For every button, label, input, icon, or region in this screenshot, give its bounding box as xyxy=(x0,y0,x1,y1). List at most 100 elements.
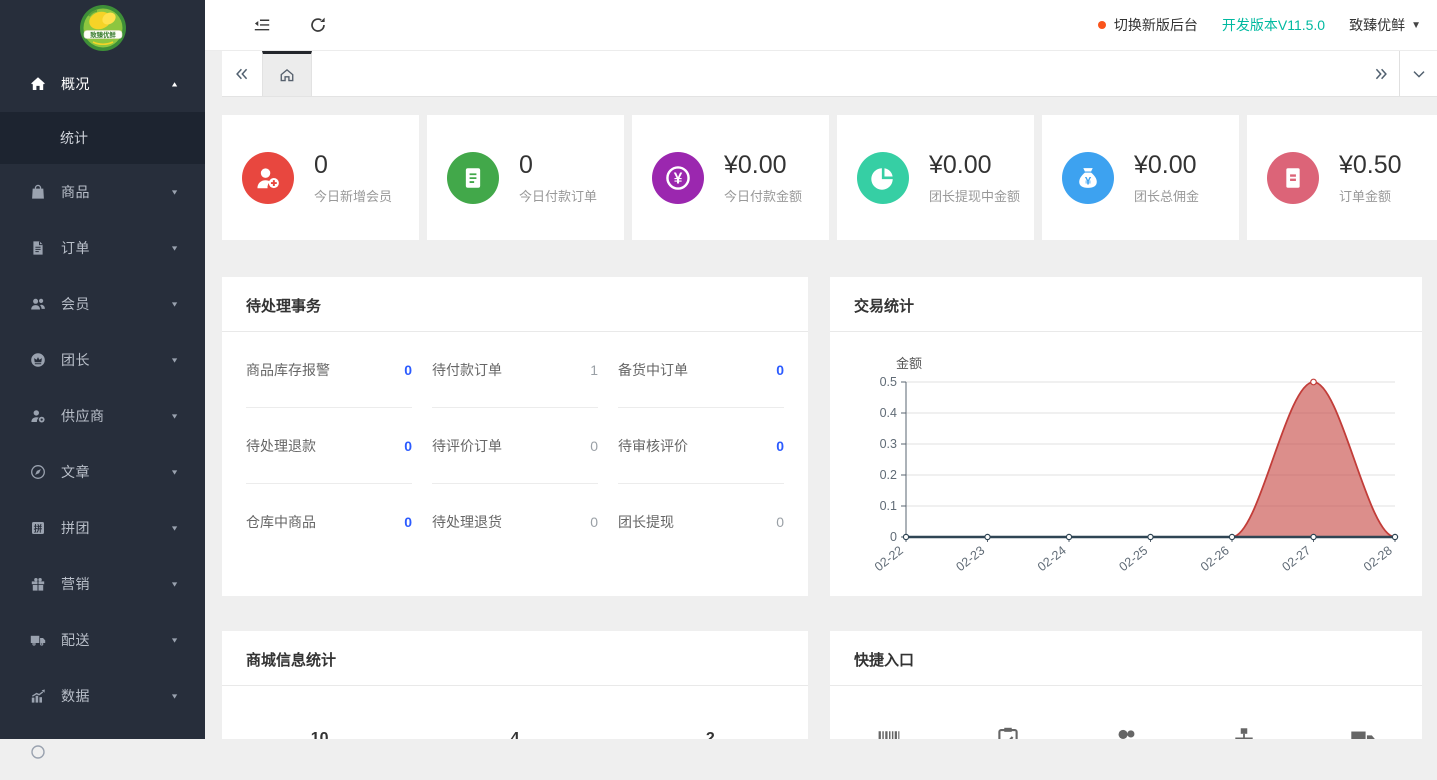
sidebar-item-label: 商品 xyxy=(61,182,170,202)
stat-card-今日付款订单: 0 今日付款订单 xyxy=(427,115,624,240)
pending-item-备货中订单: 备货中订单 0 xyxy=(618,332,784,408)
sidebar-item-营销[interactable]: 营销 ▼ xyxy=(0,556,205,612)
document-icon xyxy=(30,240,46,256)
stat-label: 订单金额 xyxy=(1339,186,1402,205)
circle-icon xyxy=(30,744,46,760)
pending-value[interactable]: 0 xyxy=(776,438,784,454)
moneybag-icon: ¥ xyxy=(1062,152,1114,204)
pending-item-待付款订单: 待付款订单 1 xyxy=(432,332,598,408)
pending-panel: 待处理事务 商品库存报警 0待付款订单 1备货中订单 0待处理退款 0待评价订单… xyxy=(222,277,808,596)
mall-stat-会员总数: 10 会员总数 xyxy=(222,730,417,739)
sidebar-item-团长[interactable]: 团长 ▼ xyxy=(0,332,205,388)
pending-value[interactable]: 0 xyxy=(404,438,412,454)
shortcut-订单列表[interactable]: 订单列表 xyxy=(948,726,1066,739)
data-chart-icon xyxy=(30,688,46,704)
tabbar xyxy=(205,51,1437,97)
pending-value: 1 xyxy=(590,362,598,378)
stat-card-团长提现中金额: ¥0.00 团长提现中金额 xyxy=(837,115,1034,240)
caret-down-icon: ▼ xyxy=(170,524,179,532)
sidebar-item-拼团[interactable]: 拼 拼团 ▼ xyxy=(0,500,205,556)
sidebar-item-label: 拼团 xyxy=(61,518,170,538)
pending-value: 0 xyxy=(590,514,598,530)
shortcut-团长管理[interactable]: 团长管理 xyxy=(1185,726,1303,739)
main-content: 0 今日新增会员 0 今日付款订单 ¥ ¥0.00 今日付款金额 ¥0.00 团… xyxy=(205,97,1437,739)
svg-text:02-25: 02-25 xyxy=(1117,543,1151,574)
switch-new-admin-link[interactable]: 切换新版后台 xyxy=(1098,15,1198,35)
menu-fold-icon[interactable] xyxy=(253,16,271,34)
svg-text:拼: 拼 xyxy=(34,523,43,533)
shortcut-会员管理[interactable]: 会员管理 xyxy=(1067,726,1185,739)
sidebar-item-label: 团长 xyxy=(61,350,170,370)
shortcuts-title: 快捷入口 xyxy=(830,631,1422,686)
shortcut-发布商品[interactable]: 发布商品 xyxy=(830,726,948,739)
switch-new-admin-label: 切换新版后台 xyxy=(1114,15,1198,35)
sidebar-item-label: 供应商 xyxy=(61,406,170,426)
pending-item-商品库存报警: 商品库存报警 0 xyxy=(246,332,412,408)
sidebar-item-概况[interactable]: 概况 ▲ xyxy=(0,56,205,112)
caret-down-icon: ▼ xyxy=(170,356,179,364)
pending-value[interactable]: 0 xyxy=(776,362,784,378)
version-link[interactable]: 开发版本V11.5.0 xyxy=(1222,15,1325,35)
stat-card-今日付款金额: ¥ ¥0.00 今日付款金额 xyxy=(632,115,829,240)
tabs-scroll-right-button[interactable] xyxy=(1362,51,1399,96)
bag-icon xyxy=(30,184,46,200)
area-chart: 00.10.20.30.40.502-2202-2302-2402-2502-2… xyxy=(858,346,1413,591)
chevron-down-icon: ▼ xyxy=(1411,20,1421,31)
pending-label: 团长提现 xyxy=(618,512,674,532)
pending-value: 0 xyxy=(776,514,784,530)
svg-text:0.5: 0.5 xyxy=(880,375,897,389)
sidebar-item-商品[interactable]: 商品 ▼ xyxy=(0,164,205,220)
pending-item-仓库中商品: 仓库中商品 0 xyxy=(246,484,412,559)
stat-value: ¥0.00 xyxy=(929,151,1020,180)
pending-label: 商品库存报警 xyxy=(246,360,330,380)
members-icon xyxy=(1113,726,1139,739)
caret-down-icon: ▼ xyxy=(170,412,179,420)
sitemap-icon xyxy=(1231,726,1257,739)
tab-home[interactable] xyxy=(262,51,312,96)
caret-down-icon: ▼ xyxy=(170,188,179,196)
caret-down-icon: ▼ xyxy=(170,580,179,588)
sidebar-item-数据[interactable]: 数据 ▼ xyxy=(0,668,205,724)
sidebar-item-partial[interactable] xyxy=(0,724,205,780)
svg-text:0.1: 0.1 xyxy=(880,499,897,513)
tabs-scroll-left-button[interactable] xyxy=(222,51,262,96)
svg-text:0.4: 0.4 xyxy=(880,406,897,420)
sidebar-item-供应商[interactable]: 供应商 ▼ xyxy=(0,388,205,444)
caret-down-icon: ▼ xyxy=(170,636,179,644)
supplier-icon xyxy=(30,408,46,424)
sidebar-subitem-统计[interactable]: 统计 xyxy=(0,112,205,164)
pie-icon xyxy=(857,152,909,204)
pending-value[interactable]: 0 xyxy=(404,514,412,530)
svg-text:02-24: 02-24 xyxy=(1035,543,1069,574)
sidebar-item-文章[interactable]: 文章 ▼ xyxy=(0,444,205,500)
account-menu[interactable]: 致臻优鲜 ▼ xyxy=(1349,15,1421,35)
svg-text:0: 0 xyxy=(890,530,897,544)
stat-value: ¥0.00 xyxy=(1134,151,1199,180)
shortcuts-panel: 快捷入口 发布商品 订单列表 会员管理 团长管理 供应商管理 xyxy=(830,631,1422,739)
sidebar-item-label: 数据 xyxy=(61,686,170,706)
pending-label: 待处理退款 xyxy=(246,436,316,456)
svg-text:0.3: 0.3 xyxy=(880,437,897,451)
svg-text:0.2: 0.2 xyxy=(880,468,897,482)
stat-value: 0 xyxy=(314,151,392,180)
sidebar-item-会员[interactable]: 会员 ▼ xyxy=(0,276,205,332)
stat-value: ¥0.00 xyxy=(724,151,802,180)
brand-logo: 致臻优鲜 xyxy=(0,0,205,56)
sidebar-item-label: 会员 xyxy=(61,294,170,314)
caret-down-icon: ▼ xyxy=(170,300,179,308)
gift-icon xyxy=(30,576,46,592)
transactions-panel-title: 交易统计 xyxy=(830,277,1422,332)
svg-text:02-23: 02-23 xyxy=(954,543,988,574)
pending-grid: 商品库存报警 0待付款订单 1备货中订单 0待处理退款 0待评价订单 0待审核评… xyxy=(222,332,808,559)
pending-value[interactable]: 0 xyxy=(404,362,412,378)
shortcut-供应商管理[interactable]: 供应商管理 xyxy=(1304,726,1422,739)
home-icon xyxy=(30,76,46,92)
mall-stat-value: 10 xyxy=(222,730,417,739)
pending-item-待审核评价: 待审核评价 0 xyxy=(618,408,784,484)
truck-icon xyxy=(30,632,46,648)
caret-down-icon: ▼ xyxy=(170,692,179,700)
sidebar-item-订单[interactable]: 订单 ▼ xyxy=(0,220,205,276)
tabs-menu-button[interactable] xyxy=(1399,51,1437,96)
sidebar-item-配送[interactable]: 配送 ▼ xyxy=(0,612,205,668)
refresh-icon[interactable] xyxy=(309,16,327,34)
